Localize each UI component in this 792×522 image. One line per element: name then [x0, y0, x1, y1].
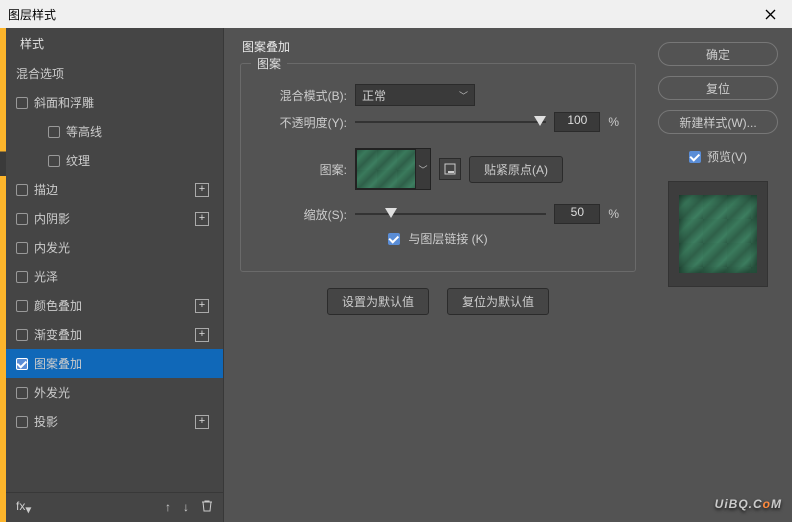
checkbox[interactable]: [16, 387, 28, 399]
scale-input[interactable]: 50: [554, 204, 600, 224]
scale-slider[interactable]: [355, 205, 546, 223]
styles-sidebar: 样式 混合选项 斜面和浮雕 等高线 纹理 描边+ 内阴影+ 内发光 光泽 颜色叠…: [6, 28, 224, 522]
reset-default-button[interactable]: 复位为默认值: [447, 288, 549, 315]
blend-mode-label: 混合模式(B):: [257, 87, 347, 104]
slider-thumb-icon[interactable]: [385, 208, 397, 218]
arrow-up-icon[interactable]: ↑: [165, 500, 171, 514]
close-button[interactable]: [748, 0, 792, 28]
blending-options-item[interactable]: 混合选项: [6, 59, 223, 88]
opacity-slider[interactable]: [355, 113, 546, 131]
style-item-gradient-overlay[interactable]: 渐变叠加+: [6, 320, 223, 349]
opacity-label: 不透明度(Y):: [257, 114, 347, 131]
add-icon[interactable]: +: [195, 212, 209, 226]
checkbox[interactable]: [16, 329, 28, 341]
preview-label: 预览(V): [707, 148, 747, 165]
link-checkbox[interactable]: [388, 233, 400, 245]
blending-options-label: 混合选项: [16, 65, 64, 82]
checkbox[interactable]: [16, 184, 28, 196]
pattern-swatch: [356, 149, 416, 189]
settings-panel: 图案叠加 图案 混合模式(B): 正常 ﹀ 不透明度(Y): 100 % 图案:: [224, 28, 652, 522]
checkbox[interactable]: [16, 97, 28, 109]
pattern-label: 图案:: [257, 161, 347, 178]
blend-mode-select[interactable]: 正常 ﹀: [355, 84, 475, 106]
chevron-down-icon[interactable]: ﹀: [416, 149, 430, 189]
blend-mode-value: 正常: [362, 87, 386, 104]
checkbox[interactable]: [16, 416, 28, 428]
ok-button[interactable]: 确定: [658, 42, 778, 66]
preview-swatch: [679, 195, 757, 273]
panel-title: 图案叠加: [242, 38, 636, 55]
style-item-inner-glow[interactable]: 内发光: [6, 233, 223, 262]
style-item-stroke[interactable]: 描边+: [6, 175, 223, 204]
checkbox[interactable]: [16, 213, 28, 225]
style-item-texture[interactable]: 纹理: [6, 146, 223, 175]
pattern-picker[interactable]: ﹀: [355, 148, 431, 190]
checkbox[interactable]: [16, 271, 28, 283]
add-icon[interactable]: +: [195, 328, 209, 342]
style-item-satin[interactable]: 光泽: [6, 262, 223, 291]
checkbox[interactable]: [16, 242, 28, 254]
checkbox[interactable]: [16, 300, 28, 312]
percent-label: %: [608, 207, 619, 221]
add-icon[interactable]: +: [195, 299, 209, 313]
snap-origin-button[interactable]: 贴紧原点(A): [469, 156, 563, 183]
checkbox[interactable]: [48, 126, 60, 138]
style-item-inner-shadow[interactable]: 内阴影+: [6, 204, 223, 233]
style-item-bevel[interactable]: 斜面和浮雕: [6, 88, 223, 117]
cancel-button[interactable]: 复位: [658, 76, 778, 100]
style-item-color-overlay[interactable]: 颜色叠加+: [6, 291, 223, 320]
arrow-down-icon[interactable]: ↓: [183, 500, 189, 514]
watermark: UiBQ.CoM: [715, 491, 782, 514]
new-preset-button[interactable]: [439, 158, 461, 180]
preview-box: [668, 181, 768, 287]
dialog-body: 样式 混合选项 斜面和浮雕 等高线 纹理 描边+ 内阴影+ 内发光 光泽 颜色叠…: [0, 28, 792, 522]
checkbox[interactable]: [16, 358, 28, 370]
group-label: 图案: [251, 55, 287, 72]
sidebar-header: 样式: [6, 28, 223, 59]
titlebar: 图层样式: [0, 0, 792, 28]
window-title: 图层样式: [8, 6, 56, 23]
opacity-input[interactable]: 100: [554, 112, 600, 132]
checkbox[interactable]: [48, 155, 60, 167]
style-item-pattern-overlay[interactable]: 图案叠加: [6, 349, 223, 378]
action-column: 确定 复位 新建样式(W)... 预览(V): [652, 28, 792, 522]
percent-label: %: [608, 115, 619, 129]
sidebar-footer: fx▾ ↑ ↓: [6, 492, 223, 522]
add-icon[interactable]: +: [195, 415, 209, 429]
trash-icon[interactable]: [201, 499, 213, 515]
new-style-button[interactable]: 新建样式(W)...: [658, 110, 778, 134]
slider-thumb-icon[interactable]: [534, 116, 546, 126]
close-icon: [765, 9, 776, 20]
add-icon[interactable]: +: [195, 183, 209, 197]
link-label: 与图层链接 (K): [408, 230, 487, 247]
preview-checkbox[interactable]: [689, 151, 701, 163]
chevron-down-icon: ﹀: [459, 89, 468, 102]
pattern-group: 图案 混合模式(B): 正常 ﹀ 不透明度(Y): 100 % 图案:: [240, 63, 636, 272]
make-default-button[interactable]: 设置为默认值: [327, 288, 429, 315]
style-item-outer-glow[interactable]: 外发光: [6, 378, 223, 407]
fx-icon[interactable]: fx▾: [16, 499, 31, 516]
new-preset-icon: [444, 163, 456, 175]
scale-label: 缩放(S):: [257, 206, 347, 223]
style-item-drop-shadow[interactable]: 投影+: [6, 407, 223, 436]
style-item-contour[interactable]: 等高线: [6, 117, 223, 146]
